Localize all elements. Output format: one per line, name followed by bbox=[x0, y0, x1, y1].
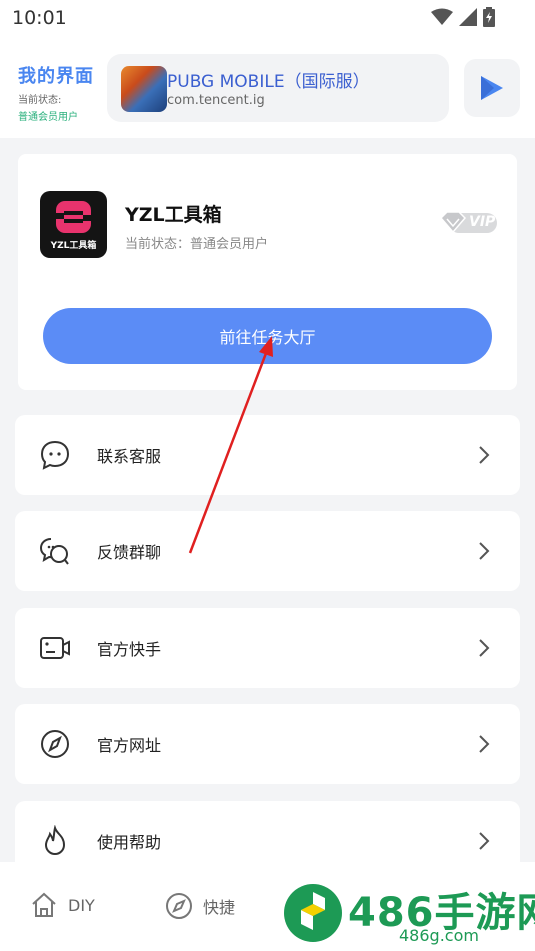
compass-icon bbox=[166, 893, 192, 919]
header-left: 我的界面 当前状态: 普通会员用户 bbox=[18, 62, 94, 123]
status-label: 当前状态: bbox=[18, 95, 62, 106]
chevron-right-icon bbox=[479, 542, 490, 560]
app-name: PUBG MOBILE（国际服） bbox=[167, 72, 370, 92]
user-card: YZL工具箱 YZL工具箱 当前状态：普通会员用户 VIP 前往任务大厅 bbox=[18, 154, 517, 390]
avatar-text: YZL工具箱 bbox=[50, 241, 97, 251]
menu-item-official-website[interactable]: 官方网址 bbox=[15, 704, 520, 784]
chevron-right-icon bbox=[479, 639, 490, 657]
nav-label: 快捷 bbox=[203, 898, 236, 917]
chevron-right-icon bbox=[479, 446, 490, 464]
home-icon bbox=[32, 892, 56, 917]
group-chat-icon bbox=[39, 538, 69, 565]
header: 我的界面 当前状态: 普通会员用户 PUBG MOBILE（国际服） com.t… bbox=[0, 38, 535, 138]
content-area: YZL工具箱 YZL工具箱 当前状态：普通会员用户 VIP 前往任务大厅 联系客… bbox=[0, 138, 535, 871]
menu-item-official-kuaishou[interactable]: 官方快手 bbox=[15, 608, 520, 688]
vip-badge: VIP bbox=[439, 211, 499, 235]
user-status: 当前状态：普通会员用户 bbox=[125, 237, 269, 252]
wifi-icon bbox=[431, 8, 453, 25]
nav-label: DIY bbox=[68, 895, 95, 915]
nav-item-diy[interactable]: DIY bbox=[30, 892, 95, 918]
avatar: YZL工具箱 bbox=[40, 191, 107, 258]
chevron-right-icon bbox=[479, 735, 490, 753]
menu-item-help[interactable]: 使用帮助 bbox=[15, 801, 520, 871]
watermark-url: 486g.com bbox=[399, 926, 479, 945]
battery-icon bbox=[483, 7, 495, 27]
watermark-logo-icon bbox=[284, 884, 342, 942]
video-camera-icon bbox=[40, 637, 70, 659]
menu-label: 官方快手 bbox=[97, 640, 162, 659]
chevron-right-icon bbox=[479, 832, 490, 850]
task-hall-button[interactable]: 前往任务大厅 bbox=[43, 308, 492, 364]
play-icon bbox=[481, 76, 503, 100]
nav-item-shortcuts[interactable]: 快捷 bbox=[165, 892, 235, 920]
status-time: 10:01 bbox=[12, 7, 67, 29]
page-title: 我的界面 bbox=[18, 66, 94, 87]
menu-item-contact-support[interactable]: 联系客服 bbox=[15, 415, 520, 495]
compass-icon bbox=[41, 730, 69, 758]
status-value: 普通会员用户 bbox=[18, 112, 78, 123]
menu-label: 官方网址 bbox=[97, 736, 162, 755]
menu-label: 使用帮助 bbox=[97, 833, 162, 852]
menu-item-feedback-group[interactable]: 反馈群聊 bbox=[15, 511, 520, 591]
app-icon bbox=[121, 66, 167, 112]
app-package: com.tencent.ig bbox=[167, 93, 265, 108]
flame-icon bbox=[44, 825, 66, 856]
menu-label: 联系客服 bbox=[97, 447, 162, 466]
status-icons bbox=[431, 7, 495, 27]
chat-bubble-icon bbox=[40, 440, 70, 470]
status-bar: 10:01 bbox=[0, 0, 535, 38]
watermark: 486手游网 486g.com bbox=[282, 880, 535, 950]
vip-label: VIP bbox=[469, 214, 496, 230]
selected-app-card[interactable]: PUBG MOBILE（国际服） com.tencent.ig bbox=[107, 54, 449, 122]
menu-label: 反馈群聊 bbox=[97, 543, 162, 562]
user-name: YZL工具箱 bbox=[125, 204, 222, 226]
signal-icon bbox=[459, 8, 477, 26]
launch-button[interactable] bbox=[464, 59, 520, 117]
